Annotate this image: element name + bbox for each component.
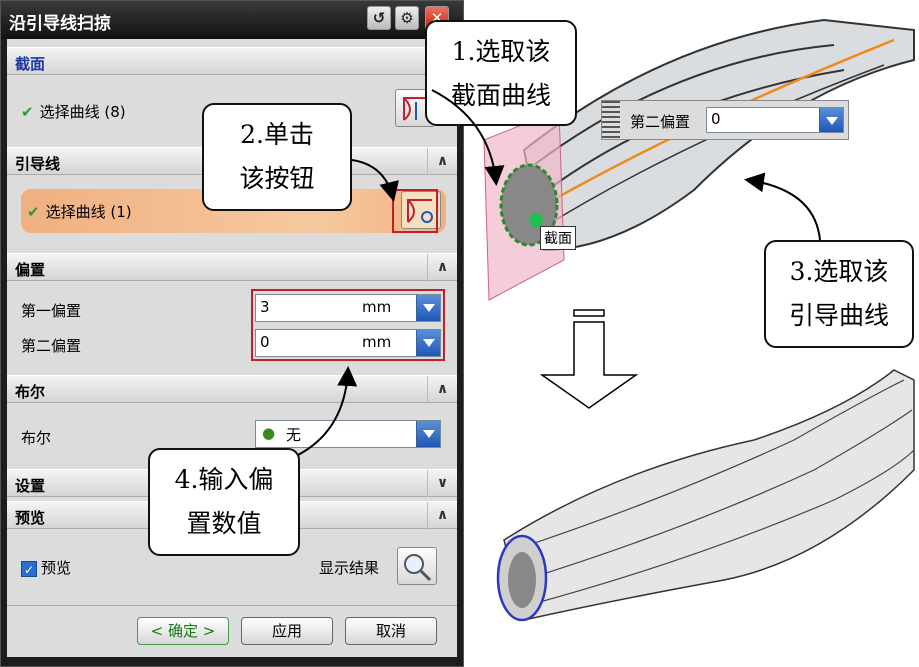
- first-offset-label: 第一偏置: [21, 302, 82, 320]
- offset-header-label: 偏置: [15, 261, 46, 279]
- boolean-select[interactable]: ● 无: [255, 420, 441, 448]
- dropdown-arrow-icon[interactable]: [819, 108, 843, 132]
- callout-1-line1: 1.选取该: [451, 37, 551, 66]
- magnifier-icon: [404, 554, 432, 582]
- viewport-second-offset-label: 第二偏置: [630, 113, 691, 131]
- check-icon: ✔: [27, 203, 40, 221]
- viewport-offset-bar: 第二偏置 0: [601, 100, 849, 140]
- preview-header-label: 预览: [15, 509, 46, 527]
- dialog-title: 沿引导线扫掠: [9, 14, 111, 34]
- highlight-box: [251, 289, 445, 361]
- check-icon: ✔: [21, 103, 34, 121]
- callout-4: 4.输入偏置数值: [148, 448, 300, 556]
- cancel-button[interactable]: 取消: [345, 617, 437, 645]
- preview-checkbox[interactable]: ✓: [21, 560, 37, 577]
- guide-header-label: 引导线: [15, 155, 61, 173]
- drag-handle-icon[interactable]: [602, 101, 620, 139]
- section-header-label: 截面: [15, 55, 46, 73]
- offset-header[interactable]: 偏置 ∧: [7, 253, 457, 281]
- callout-4-line2: 置数值: [186, 509, 262, 538]
- callout-3-line2: 引导曲线: [788, 301, 889, 330]
- boolean-label: 布尔: [21, 429, 52, 447]
- collapse-icon[interactable]: ∧: [427, 502, 457, 529]
- section-header[interactable]: 截面: [7, 47, 457, 75]
- boolean-none-icon: ●: [262, 424, 276, 442]
- collapse-icon[interactable]: ∧: [427, 148, 457, 175]
- settings-header-label: 设置: [15, 477, 46, 495]
- preview-checkbox-row[interactable]: ✓ 预览: [21, 557, 71, 578]
- expand-icon[interactable]: ∨: [427, 470, 457, 497]
- preview-checkbox-label: 预览: [41, 559, 72, 577]
- collapse-icon[interactable]: ∧: [427, 254, 457, 281]
- callout-1-line2: 截面曲线: [450, 81, 551, 110]
- section-select-row[interactable]: ✔ 选择曲线 (8): [21, 101, 126, 122]
- boolean-header[interactable]: 布尔 ∧: [7, 375, 457, 403]
- callout-2-line1: 2.单击: [240, 120, 314, 149]
- callout-3-line1: 3.选取该: [789, 257, 889, 286]
- reset-icon[interactable]: ↺: [367, 6, 391, 30]
- show-result-button[interactable]: [397, 547, 437, 585]
- dialog-titlebar: 沿引导线扫掠 ↺ ⚙ ✕: [1, 1, 463, 39]
- callout-2-line2: 该按钮: [239, 164, 315, 193]
- apply-button[interactable]: 应用: [241, 617, 333, 645]
- gear-icon[interactable]: ⚙: [395, 6, 419, 30]
- sweep-along-guide-dialog: 沿引导线扫掠 ↺ ⚙ ✕ 截面 ✔ 选择曲线 (8) 引导线 ∧ ✔ 选择曲线 (1)…: [0, 0, 464, 667]
- collapse-icon[interactable]: ∧: [427, 376, 457, 403]
- boolean-value: 无: [286, 426, 302, 444]
- guide-select-label: 选择曲线 (1): [45, 203, 132, 221]
- ok-button[interactable]: < 确定 >: [137, 617, 229, 645]
- callout-4-line1: 4.输入偏: [174, 465, 274, 494]
- callout-3: 3.选取该引导曲线: [764, 240, 914, 348]
- second-offset-label: 第二偏置: [21, 337, 82, 355]
- callout-1: 1.选取该截面曲线: [425, 20, 577, 126]
- viewport-second-offset-field[interactable]: 0: [706, 107, 844, 133]
- dropdown-arrow-icon[interactable]: [416, 421, 440, 447]
- section-select-label: 选择曲线 (8): [39, 103, 126, 121]
- show-result-label: 显示结果: [319, 559, 380, 577]
- boolean-header-label: 布尔: [15, 383, 46, 401]
- callout-2: 2.单击该按钮: [202, 103, 352, 211]
- highlight-box: [392, 189, 438, 233]
- section-tag: 截面: [540, 226, 576, 250]
- divider: [7, 605, 457, 606]
- viewport-second-offset-value: 0: [711, 110, 721, 128]
